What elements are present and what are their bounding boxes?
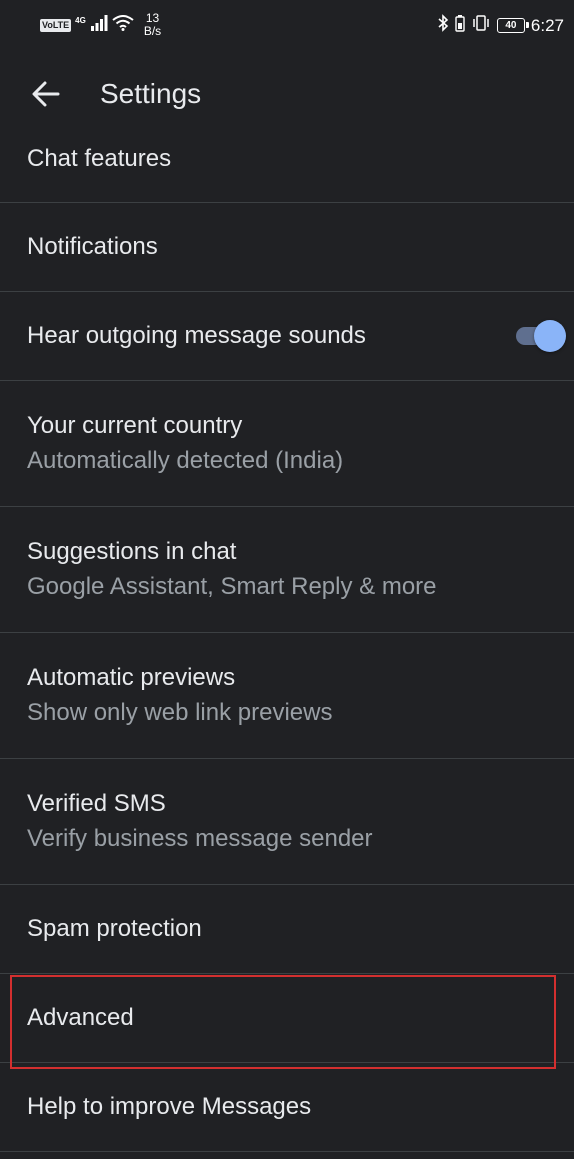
network-speed-unit: B/s: [143, 24, 162, 38]
setting-title: Suggestions in chat: [27, 537, 237, 565]
battery-level: 40: [505, 19, 517, 31]
network-speed: 13 B/s: [144, 12, 161, 38]
vibrate-icon: [471, 14, 491, 37]
signal-icon: [90, 14, 108, 36]
setting-hear-outgoing-sounds[interactable]: Hear outgoing message sounds: [0, 292, 574, 381]
setting-verified-sms[interactable]: Verified SMS Verify business message sen…: [0, 759, 574, 885]
setting-current-country[interactable]: Your current country Automatically detec…: [0, 381, 574, 507]
setting-subtitle: Verify business message sender: [27, 824, 373, 852]
clock: 6:27: [530, 15, 564, 35]
setting-title: Hear outgoing message sounds: [27, 322, 366, 349]
network-type: 4G: [75, 16, 86, 25]
toggle-thumb: [534, 320, 566, 352]
wifi-icon: [112, 14, 134, 36]
back-button[interactable]: [22, 72, 70, 120]
settings-list: Chat features Notifications Hear outgoin…: [0, 114, 574, 1152]
setting-subtitle: Show only web link previews: [27, 698, 333, 726]
outgoing-sounds-toggle[interactable]: [514, 318, 566, 354]
status-right: 40 6:27: [437, 14, 564, 37]
setting-title: Chat features: [27, 145, 172, 172]
setting-title: Your current country: [27, 411, 243, 439]
status-bar: VoLTE 4G 13 B/s 40 6:27: [0, 0, 574, 52]
setting-title: Automatic previews: [27, 663, 236, 691]
battery-saver-icon: [455, 14, 465, 37]
setting-subtitle: Google Assistant, Smart Reply & more: [27, 572, 437, 600]
battery-icon: 40: [496, 18, 529, 33]
setting-title: Help to improve Messages: [27, 1093, 312, 1120]
volte-badge: VoLTE: [40, 18, 72, 32]
status-left: VoLTE 4G 13 B/s: [40, 12, 161, 38]
setting-title: Advanced: [27, 1004, 134, 1031]
back-arrow-icon: [32, 81, 60, 112]
page-title: Settings: [100, 78, 202, 109]
setting-help-improve-messages[interactable]: Help to improve Messages: [0, 1063, 574, 1152]
setting-title: Verified SMS: [27, 789, 166, 817]
setting-suggestions-in-chat[interactable]: Suggestions in chat Google Assistant, Sm…: [0, 507, 574, 633]
setting-advanced[interactable]: Advanced: [0, 974, 574, 1063]
bluetooth-icon: [437, 14, 449, 37]
battery-cap: [525, 22, 529, 28]
setting-spam-protection[interactable]: Spam protection: [0, 885, 574, 974]
setting-automatic-previews[interactable]: Automatic previews Show only web link pr…: [0, 633, 574, 759]
setting-title: Spam protection: [27, 915, 202, 942]
setting-chat-features[interactable]: Chat features: [0, 114, 574, 203]
setting-title: Notifications: [27, 233, 158, 260]
setting-subtitle: Automatically detected (India): [27, 446, 344, 474]
setting-notifications[interactable]: Notifications: [0, 203, 574, 292]
